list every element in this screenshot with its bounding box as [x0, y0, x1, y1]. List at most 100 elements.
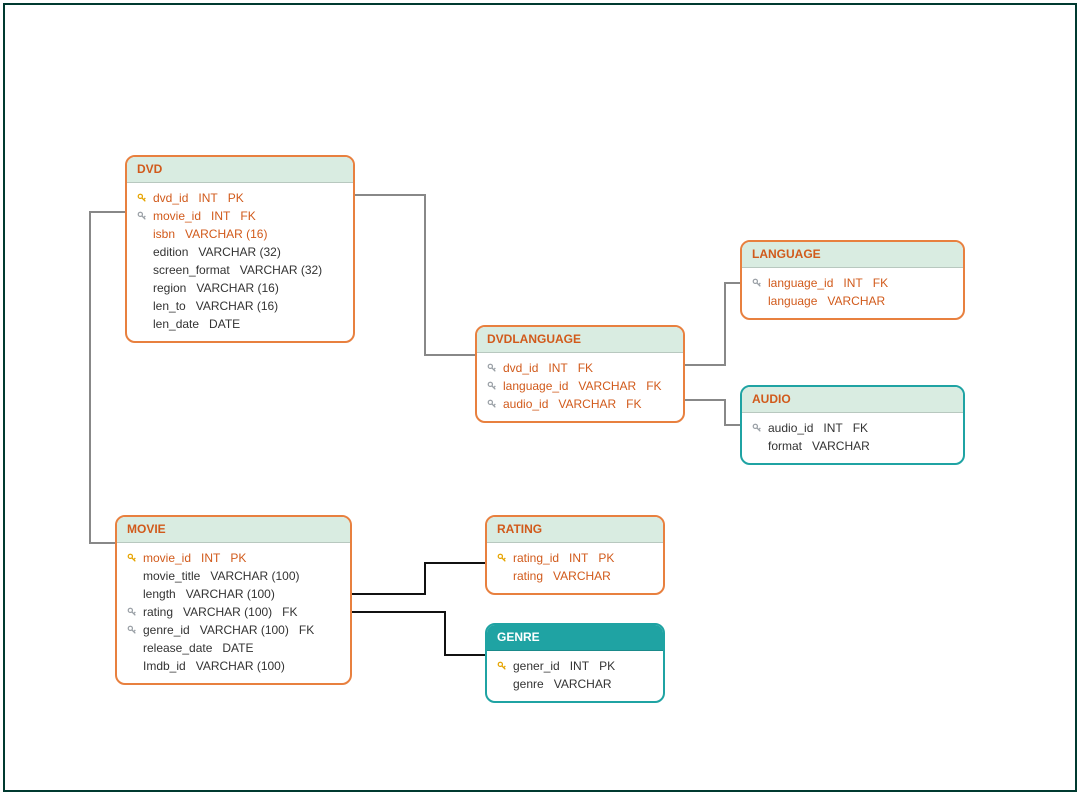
column-row: language_idVARCHARFK	[485, 377, 675, 395]
column-name: dvd_id	[499, 359, 538, 377]
entity-title: DVD	[127, 157, 353, 183]
column-type: INT	[201, 207, 230, 225]
diagram-frame: DVD dvd_idINTPKmovie_idINTFKisbnVARCHAR …	[3, 3, 1077, 792]
column-name: movie_title	[139, 567, 200, 585]
key-icon	[127, 607, 137, 617]
column-type: VARCHAR (16)	[186, 279, 278, 297]
entity-movie[interactable]: MOVIE movie_idINTPKmovie_titleVARCHAR (1…	[115, 515, 352, 685]
column-type: DATE	[199, 315, 240, 333]
column-flag: FK	[636, 377, 661, 395]
column-name: rating_id	[509, 549, 559, 567]
column-row: regionVARCHAR (16)	[135, 279, 345, 297]
column-type: INT	[833, 274, 862, 292]
column-name: length	[139, 585, 176, 603]
column-name: audio_id	[764, 419, 813, 437]
entity-rating[interactable]: RATING rating_idINTPKratingVARCHAR	[485, 515, 665, 595]
column-row: dvd_idINTFK	[485, 359, 675, 377]
column-name: edition	[149, 243, 188, 261]
column-name: screen_format	[149, 261, 230, 279]
fk-key-icon	[125, 607, 139, 617]
column-row: movie_idINTPK	[125, 549, 342, 567]
entity-dvdlanguage[interactable]: DVDLANGUAGE dvd_idINTFKlanguage_idVARCHA…	[475, 325, 685, 423]
entity-title: RATING	[487, 517, 663, 543]
entity-title: MOVIE	[117, 517, 350, 543]
entity-genre[interactable]: GENRE gener_idINTPKgenreVARCHAR	[485, 623, 665, 703]
column-type: VARCHAR (16)	[175, 225, 267, 243]
column-row: len_toVARCHAR (16)	[135, 297, 345, 315]
column-type: VARCHAR	[548, 395, 616, 413]
column-type: INT	[813, 419, 842, 437]
column-name: language_id	[499, 377, 568, 395]
column-row: audio_idVARCHARFK	[485, 395, 675, 413]
column-row: editionVARCHAR (32)	[135, 243, 345, 261]
key-icon	[127, 625, 137, 635]
column-flag: FK	[568, 359, 593, 377]
column-row: genreVARCHAR	[495, 675, 655, 693]
column-row: formatVARCHAR	[750, 437, 955, 455]
key-icon	[497, 661, 507, 671]
column-name: audio_id	[499, 395, 548, 413]
column-type: VARCHAR	[544, 675, 612, 693]
key-icon	[752, 278, 762, 288]
column-flag: PK	[589, 657, 615, 675]
entity-audio[interactable]: AUDIO audio_idINTFKformatVARCHAR	[740, 385, 965, 465]
key-icon	[752, 423, 762, 433]
column-name: len_to	[149, 297, 186, 315]
fk-key-icon	[485, 381, 499, 391]
column-name: rating	[139, 603, 173, 621]
entity-title: DVDLANGUAGE	[477, 327, 683, 353]
column-type: VARCHAR (32)	[230, 261, 322, 279]
column-flag: FK	[230, 207, 255, 225]
entity-dvd[interactable]: DVD dvd_idINTPKmovie_idINTFKisbnVARCHAR …	[125, 155, 355, 343]
column-type: VARCHAR (16)	[186, 297, 278, 315]
column-flag: PK	[588, 549, 614, 567]
column-row: language_idINTFK	[750, 274, 955, 292]
pk-key-icon	[495, 661, 509, 671]
fk-key-icon	[125, 625, 139, 635]
column-type: INT	[559, 549, 588, 567]
column-type: VARCHAR	[802, 437, 870, 455]
column-row: len_dateDATE	[135, 315, 345, 333]
column-type: VARCHAR	[568, 377, 636, 395]
entity-language[interactable]: LANGUAGE language_idINTFKlanguageVARCHAR	[740, 240, 965, 320]
column-row: rating_idINTPK	[495, 549, 655, 567]
column-name: region	[149, 279, 186, 297]
column-name: genre_id	[139, 621, 190, 639]
key-icon	[137, 211, 147, 221]
column-row: dvd_idINTPK	[135, 189, 345, 207]
key-icon	[487, 363, 497, 373]
column-row: audio_idINTFK	[750, 419, 955, 437]
column-flag: PK	[220, 549, 246, 567]
column-name: genre	[509, 675, 544, 693]
column-name: language_id	[764, 274, 833, 292]
column-type: INT	[188, 189, 217, 207]
column-row: isbnVARCHAR (16)	[135, 225, 345, 243]
column-name: movie_id	[139, 549, 191, 567]
column-name: rating	[509, 567, 543, 585]
column-name: release_date	[139, 639, 212, 657]
column-type: VARCHAR (100)	[190, 621, 289, 639]
fk-key-icon	[485, 399, 499, 409]
column-flag: FK	[843, 419, 868, 437]
column-type: DATE	[212, 639, 253, 657]
fk-key-icon	[750, 423, 764, 433]
column-flag: FK	[289, 621, 314, 639]
column-type: INT	[191, 549, 220, 567]
entity-title: AUDIO	[742, 387, 963, 413]
column-row: Imdb_idVARCHAR (100)	[125, 657, 342, 675]
column-name: movie_id	[149, 207, 201, 225]
column-flag: FK	[616, 395, 641, 413]
column-row: movie_idINTFK	[135, 207, 345, 225]
fk-key-icon	[750, 278, 764, 288]
column-type: VARCHAR (32)	[188, 243, 280, 261]
column-type: VARCHAR	[543, 567, 611, 585]
key-icon	[497, 553, 507, 563]
key-icon	[487, 399, 497, 409]
column-row: ratingVARCHAR (100)FK	[125, 603, 342, 621]
column-name: dvd_id	[149, 189, 188, 207]
key-icon	[487, 381, 497, 391]
column-row: ratingVARCHAR	[495, 567, 655, 585]
column-flag: FK	[272, 603, 297, 621]
column-row: movie_titleVARCHAR (100)	[125, 567, 342, 585]
column-type: INT	[560, 657, 589, 675]
